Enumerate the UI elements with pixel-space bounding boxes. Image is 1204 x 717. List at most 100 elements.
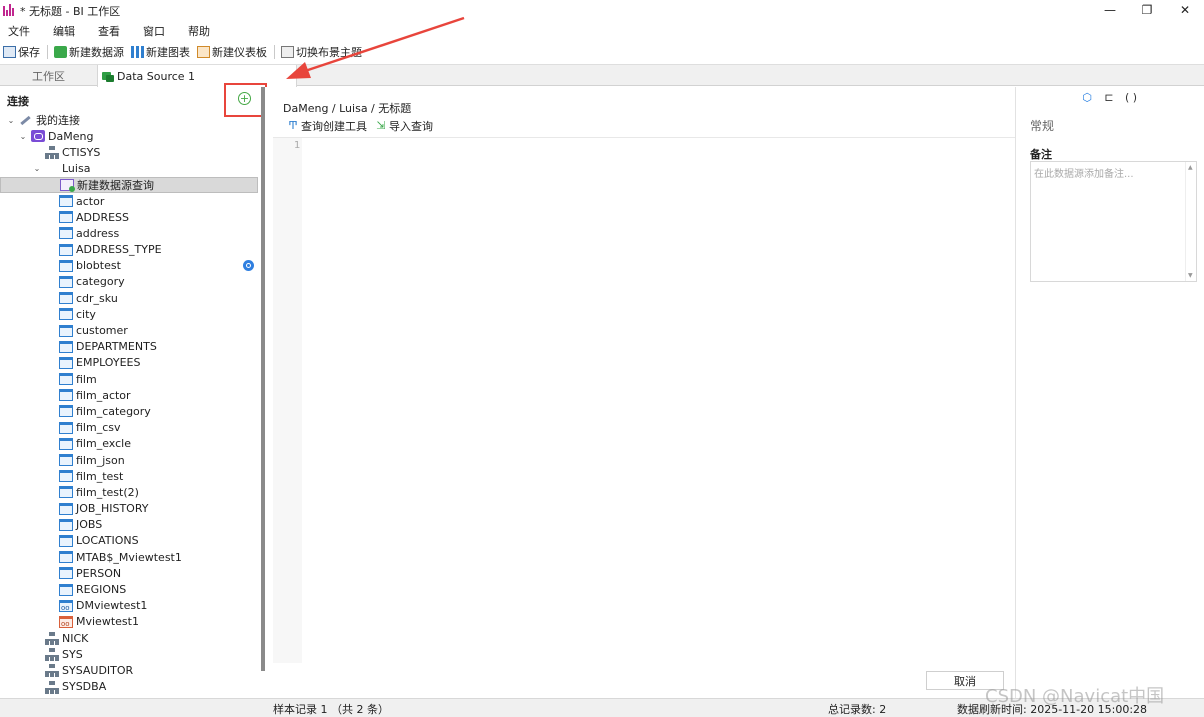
tree-item[interactable]: cdr_sku	[0, 290, 258, 306]
cube-icon[interactable]: ⬡	[1080, 91, 1094, 105]
new-chart-icon	[131, 46, 144, 58]
tree-item[interactable]: film_test(2)	[0, 484, 258, 500]
tree-item[interactable]: blobtest	[0, 258, 258, 274]
tree-item-label: REGIONS	[76, 583, 127, 597]
sql-editor[interactable]: 1	[273, 137, 1015, 663]
tree-item[interactable]: CTISYS	[0, 144, 258, 160]
tab-data-source-1[interactable]: Data Source 1	[97, 65, 297, 87]
tree-item[interactable]: MTAB$_Mviewtest1	[0, 549, 258, 565]
tree-item[interactable]: DEPARTMENTS	[0, 339, 258, 355]
connections-header: 连接	[7, 95, 29, 108]
import-query-button[interactable]: ⇲ 导入查询	[375, 118, 433, 134]
tree-item[interactable]: film_json	[0, 452, 258, 468]
menu-view[interactable]: 查看	[90, 23, 128, 39]
tree-item-label: film_excle	[76, 437, 131, 451]
expand-chevron-icon[interactable]: ⌄	[18, 132, 28, 141]
tree-item[interactable]: address	[0, 225, 258, 241]
tree-item[interactable]: JOB_HISTORY	[0, 501, 258, 517]
expand-chevron-icon[interactable]: ⌄	[32, 164, 42, 173]
tree-item[interactable]: ADDRESS_TYPE	[0, 242, 258, 258]
tab-workspace[interactable]: 工作区	[0, 65, 97, 86]
minimize-button[interactable]: —	[1090, 0, 1130, 20]
tree-item-label: 新建数据源查询	[77, 178, 154, 192]
switch-theme-button[interactable]: 切换布景主题	[281, 44, 362, 60]
scroll-down-icon[interactable]: ▼	[1188, 272, 1193, 279]
data-source-icon	[102, 71, 114, 82]
tree-item[interactable]: PERSON	[0, 565, 258, 581]
title-bar: * 无标题 - BI 工作区 — ❐ ✕	[0, 0, 1204, 20]
tree-item-label: JOBS	[76, 518, 103, 532]
layout-icon[interactable]: ⊏	[1102, 91, 1116, 105]
tree-item-label: SYS	[62, 647, 83, 661]
general-section-title: 常规	[1030, 119, 1055, 133]
table-icon	[59, 518, 73, 531]
menu-help[interactable]: 帮助	[180, 23, 218, 39]
switch-theme-label: 切换布景主题	[296, 46, 362, 59]
table-icon	[59, 292, 73, 305]
menu-edit[interactable]: 编辑	[45, 23, 83, 39]
refresh-badge-icon[interactable]	[243, 260, 254, 272]
table-icon	[59, 275, 73, 288]
save-button[interactable]: 保存	[3, 44, 40, 60]
tree-item-label: category	[76, 275, 125, 289]
tree-item[interactable]: Mviewtest1	[0, 614, 258, 630]
new-chart-button[interactable]: 新建图表	[131, 44, 190, 60]
tree-item[interactable]: NICK	[0, 630, 258, 646]
expand-chevron-icon[interactable]: ⌄	[6, 116, 16, 125]
tree-item[interactable]: ⌄ DaMeng	[0, 128, 258, 144]
tree-item[interactable]: category	[0, 274, 258, 290]
new-chart-label: 新建图表	[146, 46, 190, 59]
table-icon	[59, 356, 73, 369]
tree-item-label: NICK	[62, 631, 89, 645]
tree-item[interactable]: SYSAUDITOR	[0, 662, 258, 678]
tab-bar: 工作区 Data Source 1	[0, 64, 1204, 87]
tree-item[interactable]: actor	[0, 193, 258, 209]
tree-item[interactable]: JOBS	[0, 517, 258, 533]
menu-window[interactable]: 窗口	[135, 23, 173, 39]
close-button[interactable]: ✕	[1165, 0, 1204, 20]
braces-icon[interactable]: ( )	[1124, 91, 1138, 105]
query-icon	[60, 178, 75, 192]
properties-panel: ⬡ ⊏ ( ) 常规 备注 在此数据源添加备注... ▲ ▼	[1015, 87, 1204, 698]
table-icon	[59, 308, 73, 321]
tree-item-label: DEPARTMENTS	[76, 340, 157, 354]
tree-item[interactable]: DMviewtest1	[0, 598, 258, 614]
breadcrumb: DaMeng / Luisa / 无标题	[283, 102, 412, 115]
tree-item[interactable]: ADDRESS	[0, 209, 258, 225]
tree-item-label: ADDRESS	[76, 210, 130, 224]
notes-textarea[interactable]: 在此数据源添加备注... ▲ ▼	[1030, 161, 1197, 282]
tree-item[interactable]: film	[0, 371, 258, 387]
tree-item[interactable]: film_csv	[0, 420, 258, 436]
tree-item[interactable]: REGIONS	[0, 581, 258, 597]
notes-scrollbar[interactable]: ▲ ▼	[1185, 162, 1196, 281]
table-icon	[59, 583, 73, 596]
maximize-button[interactable]: ❐	[1127, 0, 1167, 20]
tree-item[interactable]: film_excle	[0, 436, 258, 452]
tree-item[interactable]: city	[0, 306, 258, 322]
tree-item[interactable]: ⌄ 我的连接	[0, 112, 258, 128]
new-dashboard-button[interactable]: 新建仪表板	[197, 44, 267, 60]
import-query-label: 导入查询	[389, 120, 433, 133]
tree-item[interactable]: film_test	[0, 468, 258, 484]
query-builder-button[interactable]: Ͳ 查询创建工具	[287, 118, 367, 134]
scroll-up-icon[interactable]: ▲	[1188, 164, 1193, 171]
tree-item[interactable]: film_actor	[0, 387, 258, 403]
table-icon	[59, 502, 73, 515]
tree-item-label: Luisa	[62, 162, 91, 176]
view-icon	[59, 599, 73, 612]
menu-file[interactable]: 文件	[0, 23, 38, 39]
connections-panel: 连接 + ⌄ 我的连接 ⌄ DaMeng CTISYS ⌄ Luisa 新建数据源查询 acto…	[0, 87, 260, 698]
tree-item[interactable]: LOCATIONS	[0, 533, 258, 549]
tree-item[interactable]: 新建数据源查询	[0, 176, 258, 193]
code-area[interactable]	[302, 138, 1015, 663]
tree-item[interactable]: EMPLOYEES	[0, 355, 258, 371]
tree-item[interactable]: film_category	[0, 403, 258, 419]
tree-item[interactable]: customer	[0, 322, 258, 338]
table-icon	[59, 437, 73, 450]
tree-item[interactable]: ⌄ Luisa	[0, 161, 258, 177]
tree-item-label: cdr_sku	[76, 291, 118, 305]
tree-item[interactable]: SYSDBA	[0, 679, 258, 695]
tree-item-label: SYSAUDITOR	[62, 663, 134, 677]
tree-item[interactable]: SYS	[0, 646, 258, 662]
new-datasource-button[interactable]: 新建数据源	[54, 44, 124, 60]
